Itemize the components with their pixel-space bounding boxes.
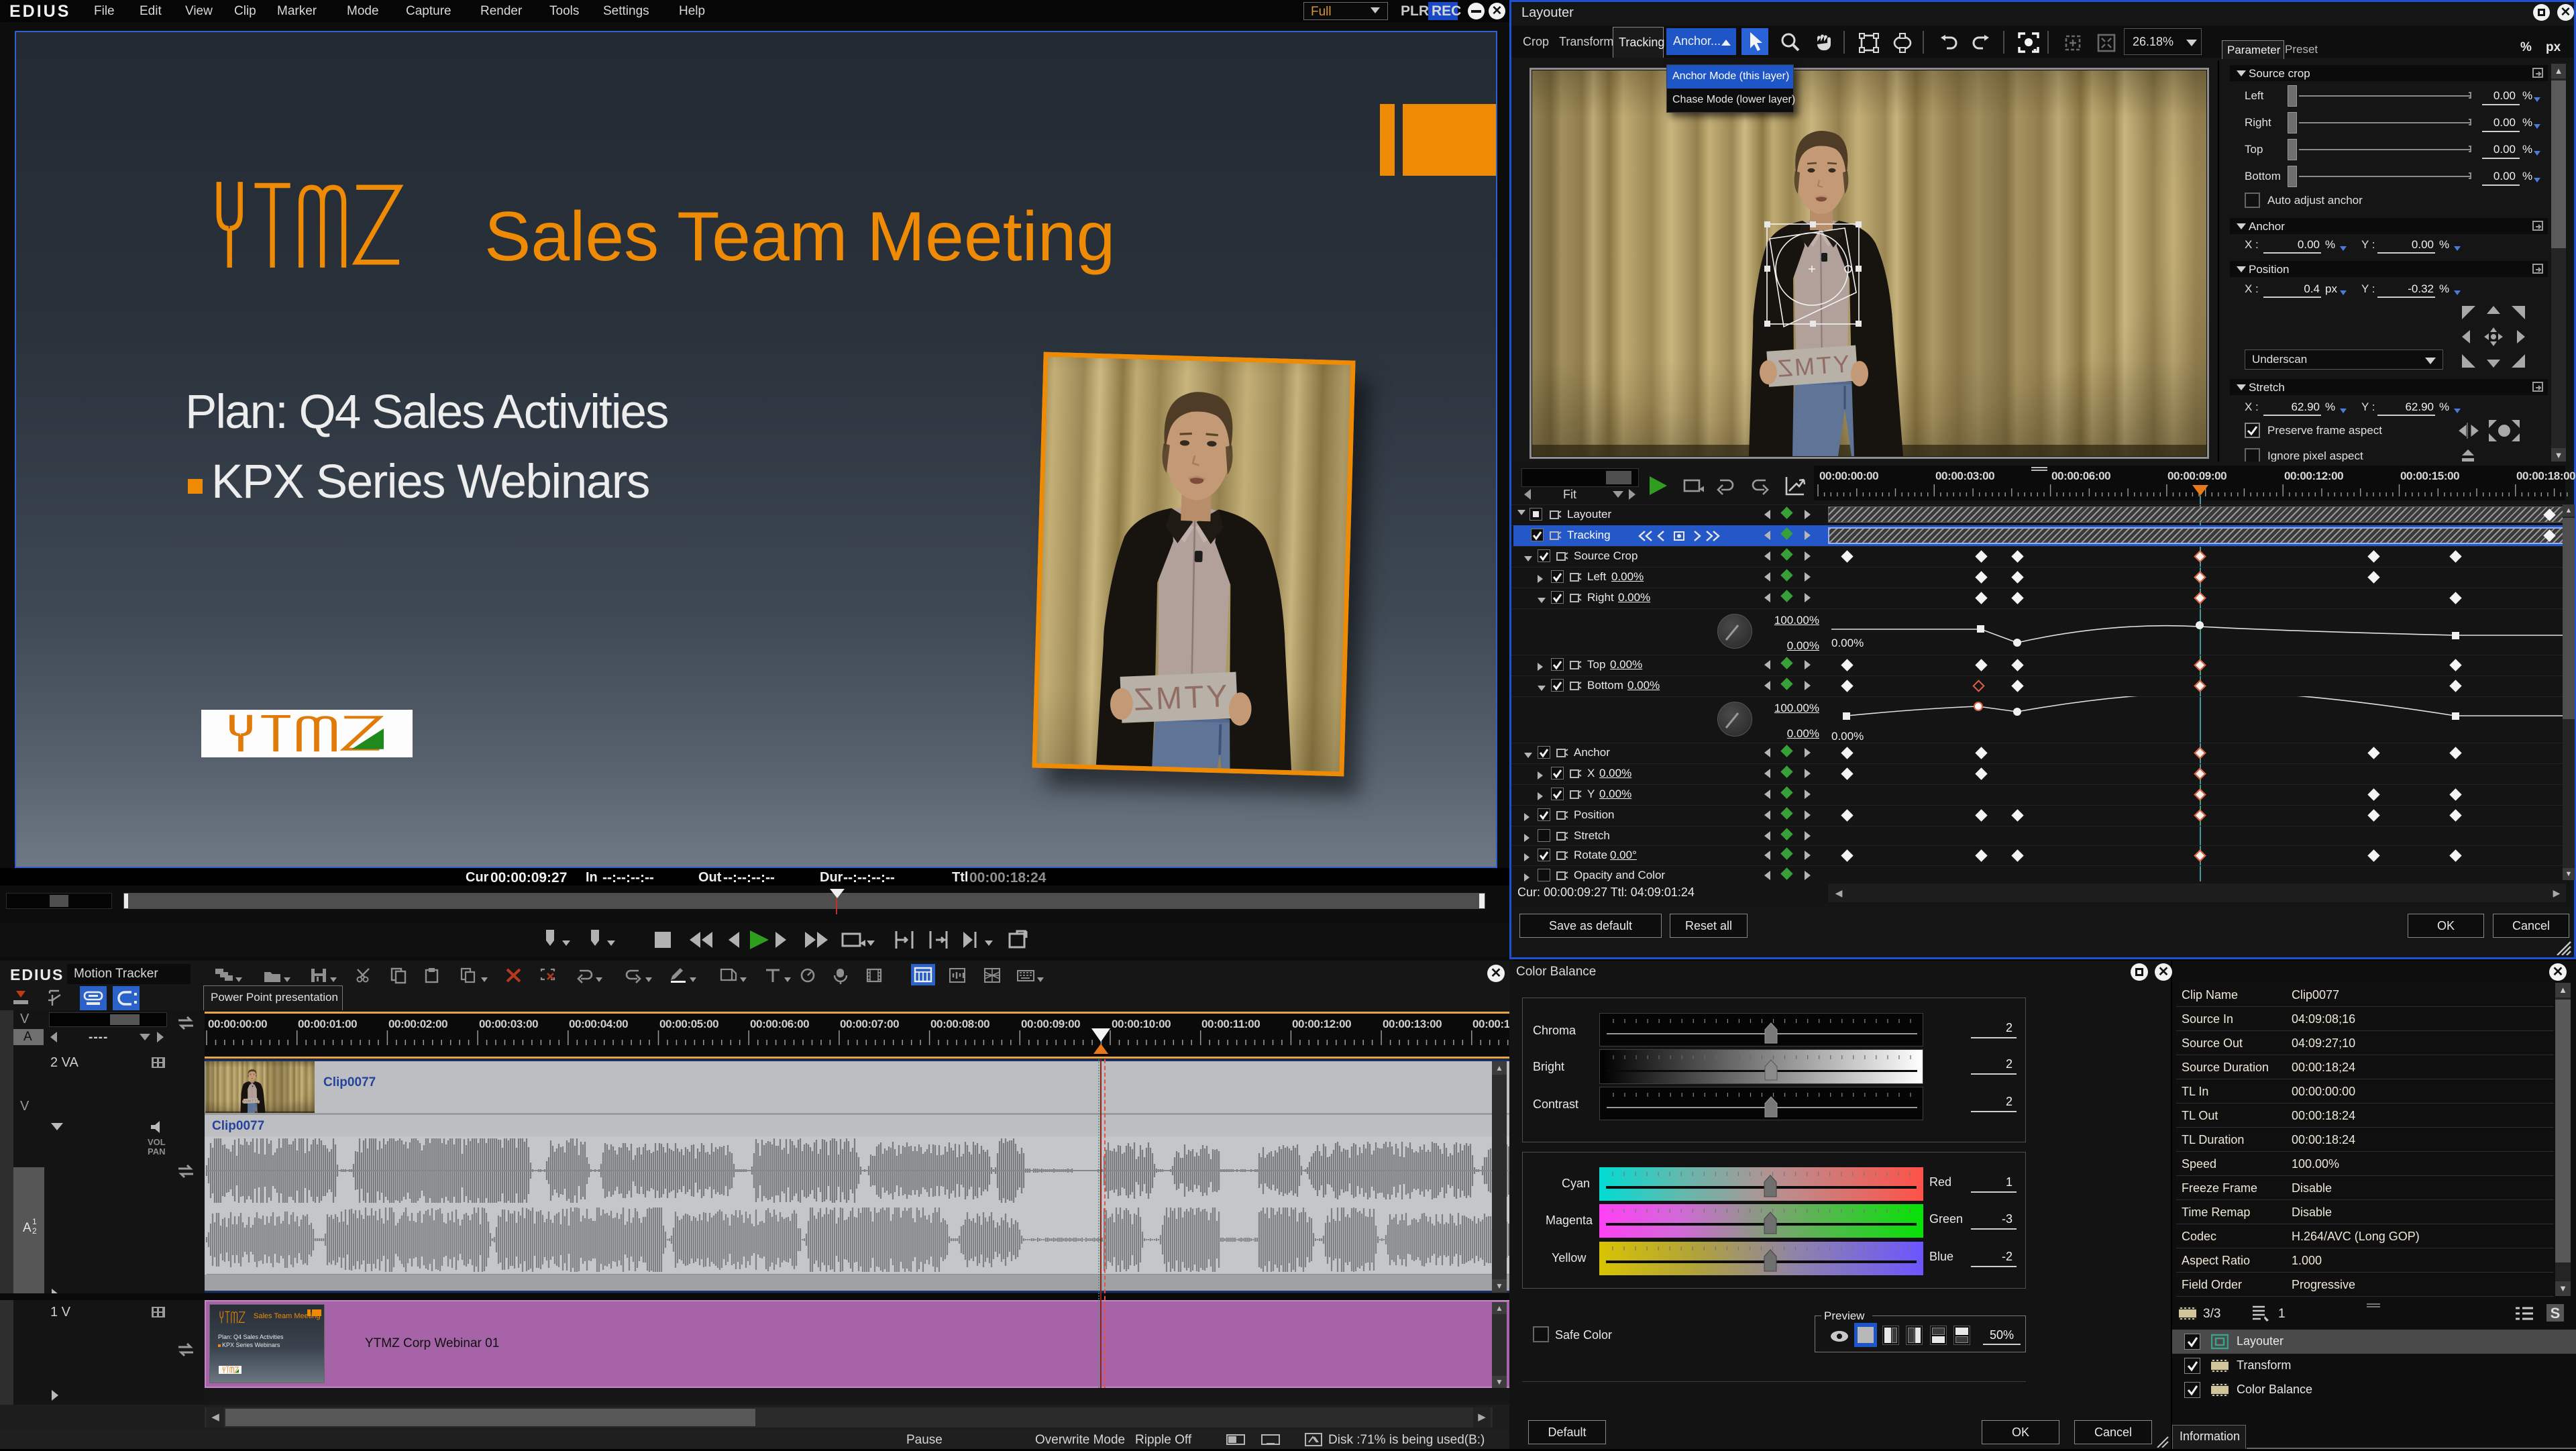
- svg-text:S: S: [2551, 1305, 2561, 1322]
